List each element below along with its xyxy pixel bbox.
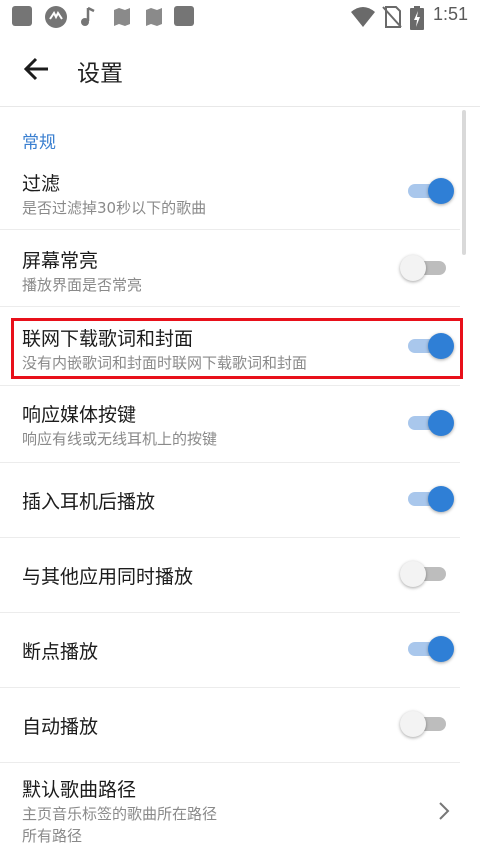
setting-row-mix-with-others[interactable]: 与其他应用同时播放 [0,538,460,613]
setting-subtitle: 播放界面是否常亮 [22,276,143,294]
setting-title: 默认歌曲路径 [22,779,137,801]
keep-screen-on-toggle[interactable] [400,253,456,283]
setting-title: 过滤 [22,173,61,195]
filter-toggle[interactable] [400,176,456,206]
toggle-thumb [428,486,454,512]
app-square-icon [12,6,32,26]
setting-row-default-path[interactable]: 默认歌曲路径 主页音乐标签的歌曲所在路径 所有路径 [0,763,460,853]
cast-icon [45,6,67,28]
map-icon [146,8,162,26]
highlight-box [11,318,463,379]
no-sim-icon [382,6,402,28]
setting-subtitle: 主页音乐标签的歌曲所在路径 [22,805,218,823]
map-icon [114,8,130,26]
toggle-thumb [428,410,454,436]
setting-row-autoplay[interactable]: 自动播放 [0,688,460,763]
setting-subtitle: 是否过滤掉30秒以下的歌曲 [22,199,207,217]
back-arrow-icon[interactable] [24,56,50,82]
scrollbar[interactable] [462,110,466,255]
setting-row-filter[interactable]: 过滤 是否过滤掉30秒以下的歌曲 [0,155,460,230]
setting-title: 断点播放 [22,641,99,663]
toggle-thumb [400,255,426,281]
status-bar: 1:51 [0,0,480,34]
mix-with-others-toggle[interactable] [400,559,456,589]
wifi-icon [351,7,375,27]
setting-row-resume-playback[interactable]: 断点播放 [0,613,460,688]
autoplay-toggle[interactable] [400,709,456,739]
resume-playback-toggle[interactable] [400,634,456,664]
setting-row-media-buttons[interactable]: 响应媒体按键 响应有线或无线耳机上的按键 [0,386,460,463]
app-bar: 设置 [0,34,480,107]
play-on-headset-toggle[interactable] [400,484,456,514]
toggle-thumb [400,561,426,587]
setting-title: 响应媒体按键 [22,404,137,426]
status-time: 1:51 [432,4,468,24]
setting-title: 插入耳机后播放 [22,491,156,513]
page-title: 设置 [77,61,123,87]
setting-title: 屏幕常亮 [22,250,99,272]
setting-row-play-on-headset[interactable]: 插入耳机后播放 [0,463,460,538]
media-buttons-toggle[interactable] [400,408,456,438]
section-header-general: 常规 [22,133,56,153]
toggle-thumb [400,711,426,737]
app-square-icon [174,6,194,26]
setting-row-keep-screen-on[interactable]: 屏幕常亮 播放界面是否常亮 [0,230,460,307]
toggle-thumb [428,636,454,662]
music-note-icon [81,6,95,26]
setting-value: 所有路径 [22,827,83,845]
chevron-right-icon[interactable] [436,800,452,822]
setting-title: 与其他应用同时播放 [22,566,194,588]
setting-subtitle: 响应有线或无线耳机上的按键 [22,430,218,448]
toggle-thumb [428,178,454,204]
setting-title: 自动播放 [22,716,99,738]
battery-charging-icon [410,6,424,30]
